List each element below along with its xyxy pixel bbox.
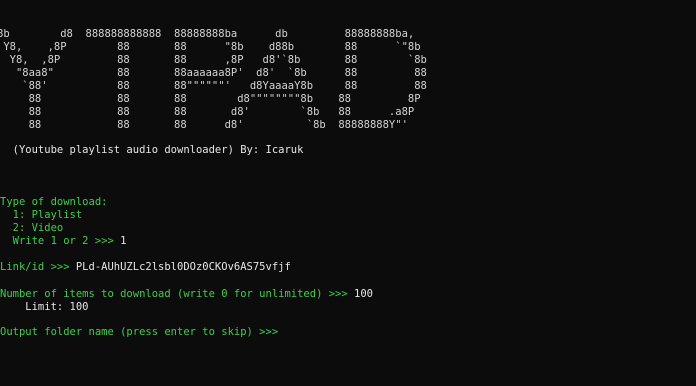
choice-prompt: Write 1 or 2 >>> xyxy=(0,235,121,247)
option-video: 2: Video xyxy=(0,222,64,234)
banner-line: "8aa8" 88 88aaaaaa8P' d8' `8b 88 88 xyxy=(0,67,427,79)
banner-line: 8b d8 888888888888 88888888ba db 8888888… xyxy=(0,28,415,40)
link-prompt: Link/id >>> xyxy=(0,261,76,273)
items-prompt: Number of items to download (write 0 for… xyxy=(0,288,355,300)
banner-line: 88 88 88 d8""""""""8b 88 8P xyxy=(0,93,421,105)
banner-line: 88 88 88 d8' `8b 88 .a8P xyxy=(0,106,415,118)
banner-line: 88 88 88 d8' `8b 88888888Y"' xyxy=(0,119,408,131)
banner-line: Y8, ,8P 88 88 ,8P d8'`8b 88 `8b xyxy=(0,54,427,66)
output-folder-prompt: Output folder name (press enter to skip)… xyxy=(0,326,285,338)
choice-input[interactable]: 1 xyxy=(120,235,126,247)
link-line: Link/id >>> PLd-AUhUZLc2lsbl0DOz0CKOv6AS… xyxy=(0,261,291,274)
items-input[interactable]: 100 xyxy=(354,288,373,300)
choice-line: Write 1 or 2 >>> 1 xyxy=(0,235,127,248)
items-line: Number of items to download (write 0 for… xyxy=(0,288,373,301)
limit-readout: Limit: 100 xyxy=(0,301,89,313)
link-input[interactable]: PLd-AUhUZLc2lsbl0DOz0CKOv6AS75vfjf xyxy=(76,261,291,273)
output-line: Output folder name (press enter to skip)… xyxy=(0,326,284,339)
banner-line: Y8, ,8P 88 88 "8b d88b 88 `"8b xyxy=(0,41,421,53)
download-type-prompt: Type of download: xyxy=(0,196,108,208)
terminal-window[interactable]: 8b d8 888888888888 88888888ba db 8888888… xyxy=(0,0,696,386)
banner-line: `88' 88 88""""""' d8YaaaaY8b 88 88 xyxy=(0,80,427,92)
app-subtitle: (Youtube playlist audio downloader) By: … xyxy=(0,144,304,156)
option-playlist: 1: Playlist xyxy=(0,209,83,221)
